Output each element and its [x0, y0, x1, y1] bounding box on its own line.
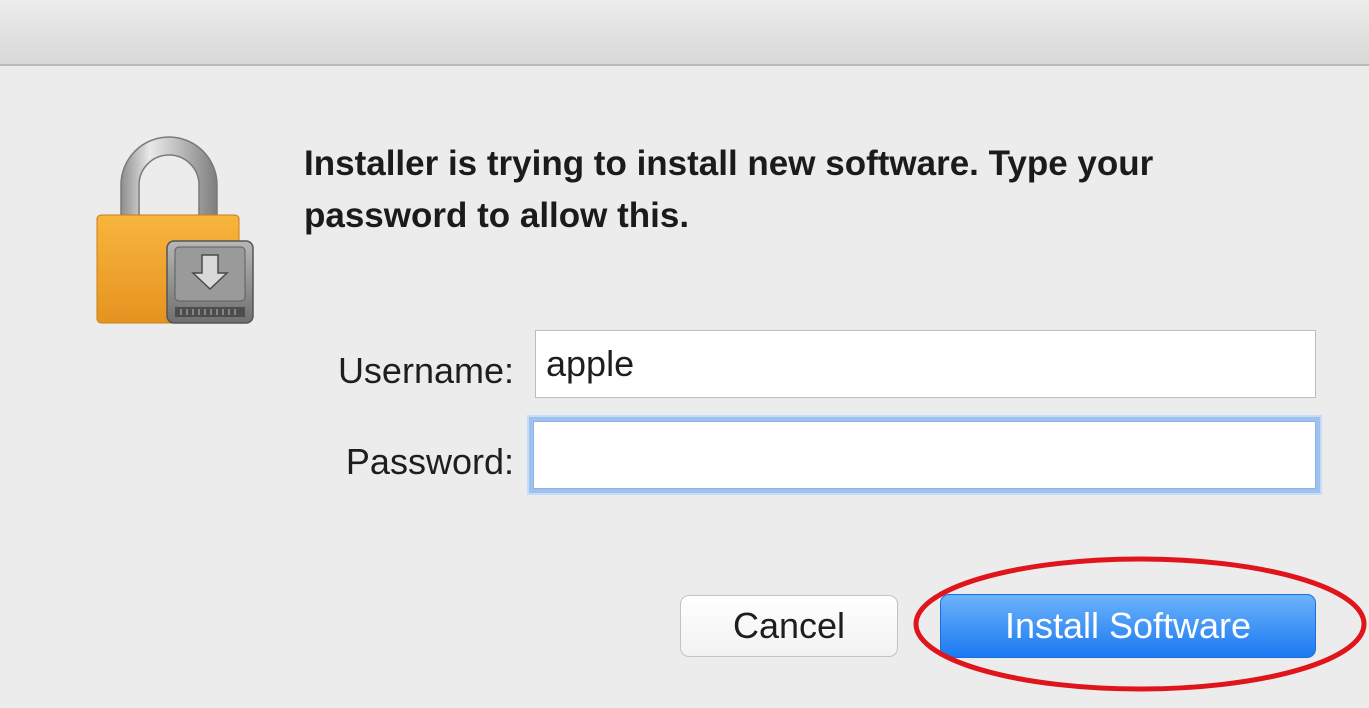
- title-bar[interactable]: [0, 0, 1369, 66]
- cancel-button[interactable]: Cancel: [680, 595, 898, 657]
- authentication-dialog: Installer is trying to install new softw…: [0, 0, 1369, 708]
- dialog-message: Installer is trying to install new softw…: [304, 144, 1154, 235]
- username-field[interactable]: [535, 330, 1316, 398]
- password-field[interactable]: [533, 421, 1316, 489]
- password-label: Password:: [345, 441, 514, 482]
- lock-installer-icon: [96, 136, 254, 324]
- username-label: Username:: [337, 350, 514, 391]
- install-software-button[interactable]: Install Software: [940, 594, 1316, 658]
